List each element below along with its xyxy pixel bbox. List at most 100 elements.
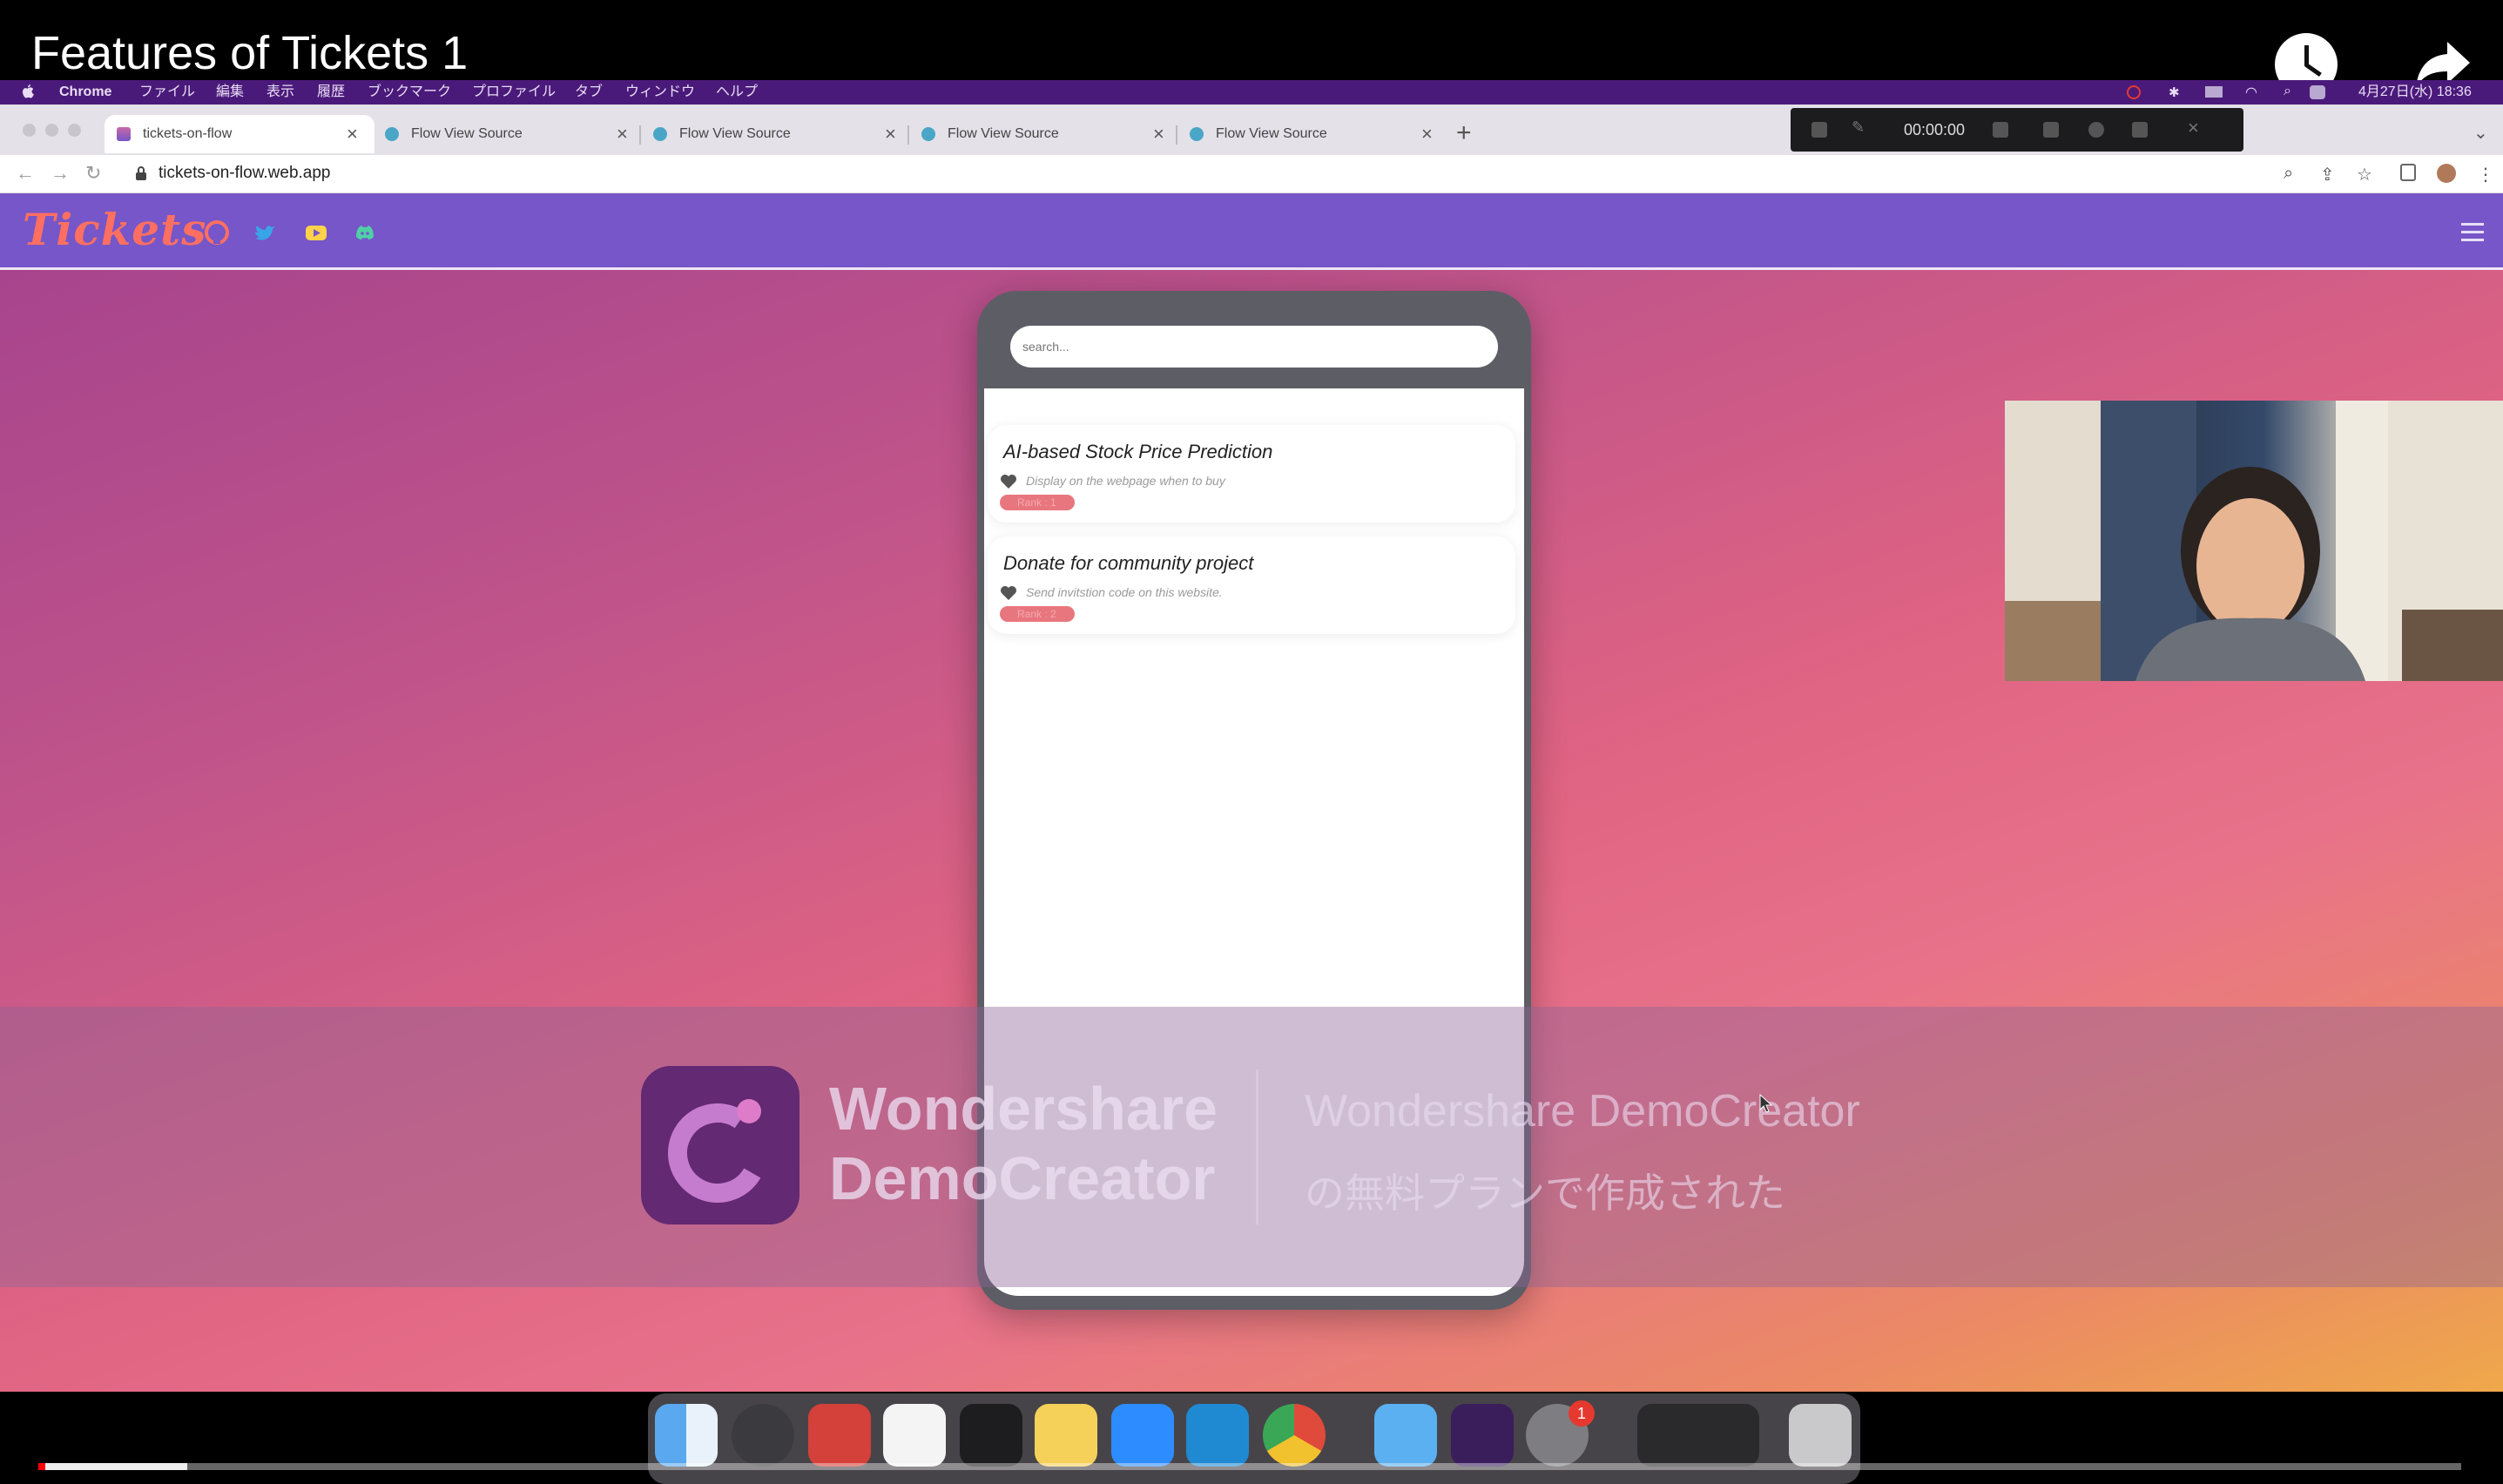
menu-bookmarks[interactable]: ブックマーク [368, 84, 451, 100]
ticket-description: Display on the webpage when to buy [1026, 474, 1225, 488]
share-page-icon[interactable]: ⇪ [2320, 164, 2339, 185]
control-center-icon[interactable] [2310, 85, 2325, 99]
terminal-icon[interactable] [960, 1404, 1022, 1467]
window-close-button[interactable] [23, 124, 36, 137]
notification-badge: 1 [1569, 1400, 1595, 1427]
window-zoom-button[interactable] [68, 124, 81, 137]
heart-icon[interactable] [1000, 585, 1017, 601]
tab-close-icon[interactable]: × [617, 115, 628, 153]
ticket-card[interactable]: Donate for community project Send invits… [988, 536, 1515, 634]
side-panel-icon[interactable] [2400, 164, 2416, 181]
menu-view[interactable]: 表示 [266, 84, 294, 100]
tab-flow-view-source-1[interactable]: Flow View Source × [376, 115, 638, 153]
hamburger-menu-icon[interactable] [2461, 223, 2484, 242]
recorder-close-icon[interactable]: × [2188, 117, 2203, 138]
react-favicon-icon [385, 127, 399, 141]
lock-icon[interactable] [135, 165, 147, 181]
photo-booth-icon[interactable] [808, 1404, 871, 1467]
mail-icon[interactable] [1374, 1404, 1437, 1467]
tab-flow-view-source-4[interactable]: Flow View Source × [1181, 115, 1442, 153]
menu-profiles[interactable]: プロファイル [472, 84, 556, 100]
bookmark-star-icon[interactable]: ☆ [2357, 164, 2376, 185]
recorder-shield-icon[interactable] [1993, 122, 2008, 138]
tab-flow-view-source-2[interactable]: Flow View Source × [644, 115, 906, 153]
recorder-stop-icon[interactable] [2132, 122, 2148, 138]
tab-tickets-on-flow[interactable]: tickets-on-flow × [105, 115, 374, 153]
discord-icon[interactable] [352, 219, 378, 246]
downloads-stack[interactable] [1637, 1404, 1759, 1467]
profile-avatar[interactable] [2437, 164, 2456, 183]
zoom-icon[interactable] [1111, 1404, 1174, 1467]
ticket-description: Send invitstion code on this website. [1026, 585, 1223, 599]
tab-separator [639, 125, 641, 145]
react-favicon-icon [653, 127, 667, 141]
rank-badge: Rank : 1 [1000, 495, 1075, 510]
tab-label: Flow View Source [411, 126, 523, 141]
screen-recorder-toolbar: ✎ 00:00:00 × [1791, 108, 2243, 152]
tab-flow-view-source-3[interactable]: Flow View Source × [913, 115, 1174, 153]
react-favicon-icon [921, 127, 935, 141]
tab-close-icon[interactable]: × [885, 115, 896, 153]
apple-icon[interactable] [21, 84, 35, 99]
video-progress-track[interactable] [42, 1463, 2461, 1470]
chrome-icon[interactable] [1263, 1404, 1326, 1467]
site-logo[interactable]: Tickets [23, 204, 206, 255]
heart-icon[interactable] [1000, 474, 1017, 489]
slack-icon[interactable] [883, 1404, 946, 1467]
tab-close-icon[interactable]: × [1153, 115, 1164, 153]
recorder-camera-icon[interactable] [1811, 122, 1827, 138]
notes-icon[interactable] [1035, 1404, 1097, 1467]
menu-history[interactable]: 履歴 [317, 84, 345, 100]
video-progress-fill [42, 1463, 187, 1470]
ticket-card[interactable]: AI-based Stock Price Prediction Display … [988, 425, 1515, 523]
forward-icon[interactable]: → [51, 162, 70, 185]
url-input[interactable]: tickets-on-flow.web.app [159, 164, 331, 183]
menu-help[interactable]: ヘルプ [716, 84, 758, 100]
menu-chrome[interactable]: Chrome [59, 84, 111, 100]
finder-icon[interactable] [655, 1404, 718, 1467]
webcam-overlay [2005, 401, 2503, 681]
back-icon[interactable]: ← [16, 162, 35, 185]
zoom-icon[interactable]: ⌕ [2284, 164, 2303, 183]
new-tab-button[interactable]: + [1456, 118, 1472, 148]
trash-icon[interactable] [1789, 1404, 1852, 1467]
bluetooth-icon[interactable]: ✱ [2169, 84, 2180, 100]
quicktime-icon[interactable] [732, 1404, 794, 1467]
tab-label: tickets-on-flow [143, 126, 233, 141]
watermark-caption-line2: の無料プランで作成された [1305, 1170, 1785, 1216]
democreator-icon[interactable] [1451, 1404, 1514, 1467]
tab-label: Flow View Source [1216, 126, 1327, 141]
menu-tab[interactable]: タブ [575, 84, 603, 100]
spotlight-icon[interactable]: ⌕ [2284, 84, 2291, 99]
recorder-webcam-icon[interactable] [2088, 122, 2104, 138]
recorder-pause-icon[interactable] [2043, 122, 2059, 138]
menu-file[interactable]: ファイル [139, 84, 195, 100]
tab-label: Flow View Source [679, 126, 791, 141]
tab-search-chevron-icon[interactable]: ⌄ [2473, 122, 2488, 144]
flag-icon[interactable] [2205, 86, 2223, 98]
ticket-title: Donate for community project [1003, 552, 1254, 574]
tab-separator [907, 125, 909, 145]
browser-addressbar [0, 155, 2503, 193]
github-icon[interactable] [204, 219, 230, 246]
watermark-divider [1256, 1069, 1258, 1224]
menubar-clock[interactable]: 4月27日(水) 18:36 [2358, 84, 2472, 100]
search-input[interactable] [1010, 326, 1498, 368]
tab-close-icon[interactable]: × [1421, 115, 1433, 153]
reload-icon[interactable]: ↻ [85, 162, 101, 185]
tab-close-icon[interactable]: × [347, 115, 358, 153]
browser-menu-icon[interactable]: ⋮ [2477, 164, 2496, 185]
wifi-icon[interactable]: ◠ [2245, 84, 2257, 101]
recorder-pen-icon[interactable]: ✎ [1852, 118, 1867, 136]
mac-menubar: Chrome ファイル 編集 表示 履歴 ブックマーク プロファイル タブ ウィ… [0, 80, 2503, 105]
menu-edit[interactable]: 編集 [216, 84, 244, 100]
window-minimize-button[interactable] [45, 124, 58, 137]
ticket-title: AI-based Stock Price Prediction [1003, 441, 1273, 462]
menu-window[interactable]: ウィンドウ [625, 84, 695, 100]
twitter-icon[interactable] [253, 219, 279, 246]
watermark-brand-line1: Wondershare [829, 1075, 1218, 1143]
video-title[interactable]: Features of Tickets 1 [31, 30, 468, 77]
record-status-icon[interactable] [2127, 85, 2141, 99]
youtube-icon[interactable] [303, 219, 329, 246]
vscode-icon[interactable] [1186, 1404, 1249, 1467]
